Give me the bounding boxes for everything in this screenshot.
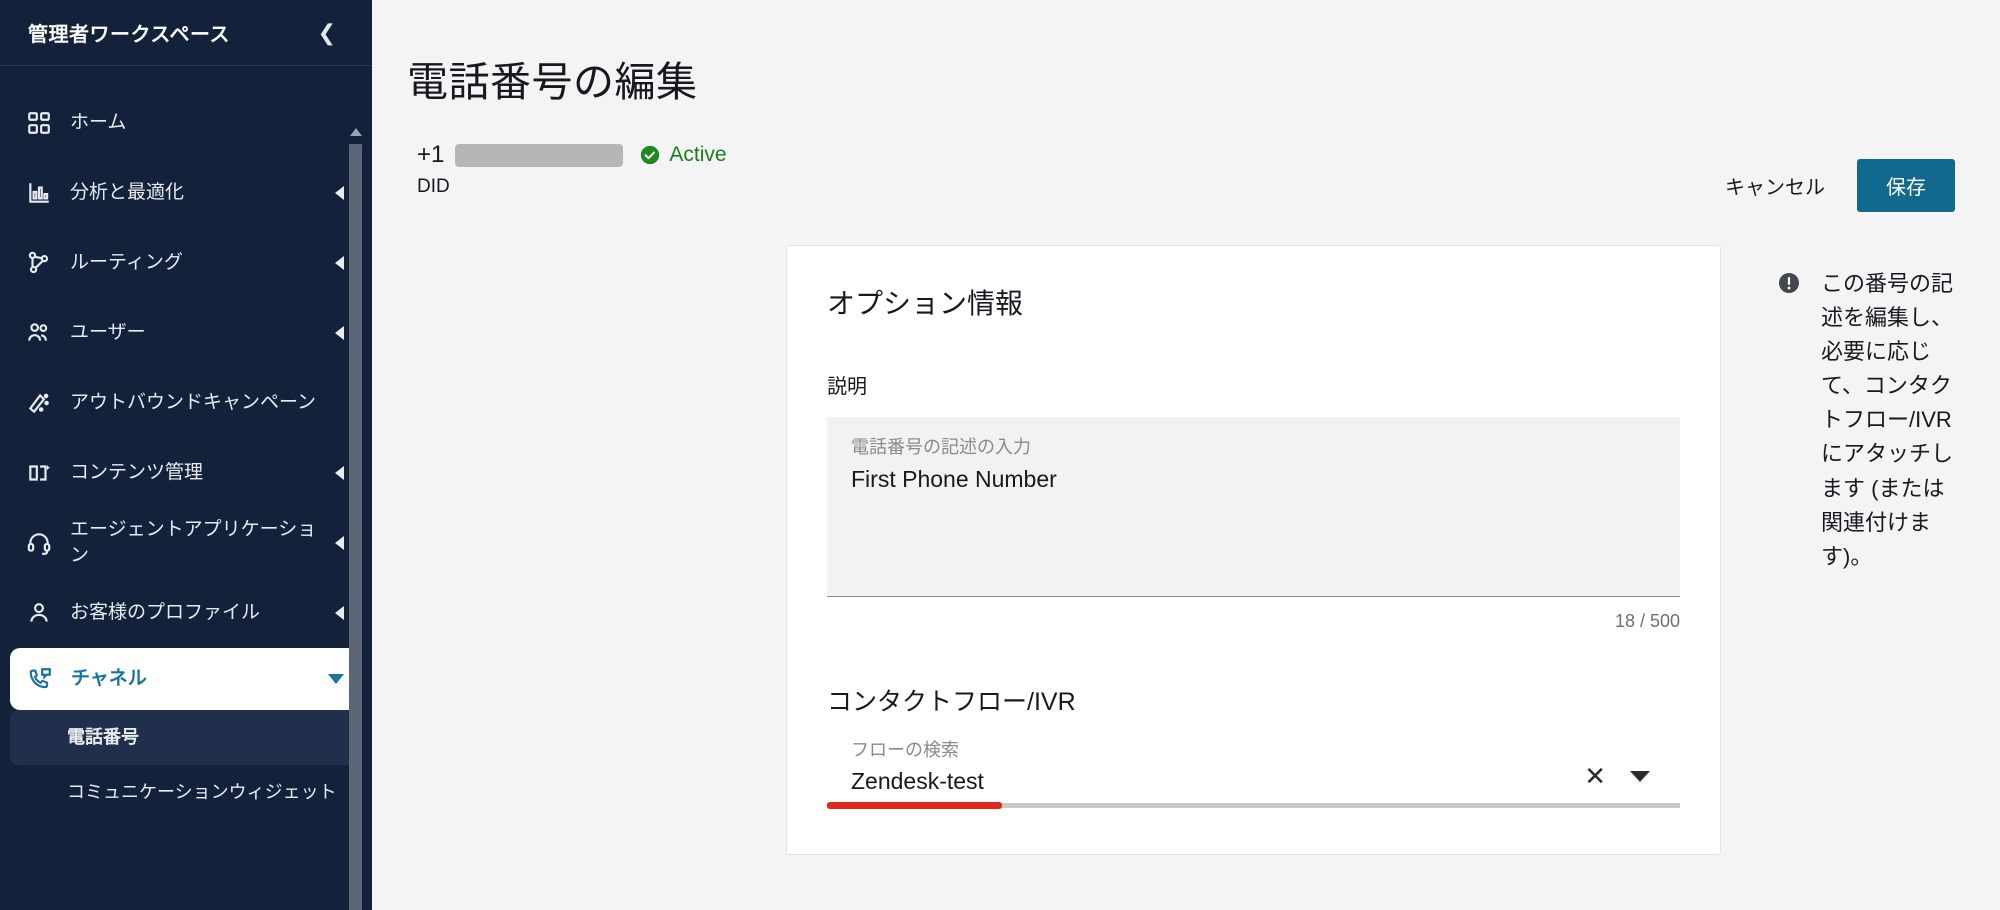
header-actions: キャンセル 保存	[1719, 141, 1955, 212]
description-value: First Phone Number	[851, 466, 1057, 492]
chevron-left-icon[interactable]: ❮	[312, 18, 342, 48]
sidebar-item-label: チャネル	[71, 667, 147, 689]
sidebar-item-label: ユーザー	[70, 321, 146, 343]
person-icon	[26, 600, 52, 626]
phone-summary-header: +1 Active DID キャンセル 保存	[372, 108, 2000, 212]
sidebar-subitem-label: 電話番号	[67, 727, 139, 748]
flow-select-underline	[827, 802, 1680, 809]
phone-channel-icon	[27, 666, 53, 692]
phone-number-redacted	[455, 143, 624, 167]
headset-icon	[26, 530, 52, 556]
sidebar-item-routing[interactable]: ルーティング	[0, 228, 372, 298]
caret-left-icon[interactable]	[335, 536, 344, 550]
phone-number-block: +1 Active DID	[417, 141, 727, 198]
caret-left-icon[interactable]	[335, 606, 344, 620]
flow-value: Zendesk-test	[851, 768, 984, 794]
info-text: この番号の記述を編集し、必要に応じて、コンタクトフロー/IVR にアタッチします…	[1821, 271, 1954, 569]
cancel-button[interactable]: キャンセル	[1719, 161, 1831, 210]
sidebar-item-label: ホーム	[70, 111, 127, 133]
sidebar-item-label: お客様のプロファイル	[70, 601, 261, 623]
flow-select-icons: ✕	[1584, 763, 1680, 795]
sidebar-item-customer-profiles[interactable]: お客様のプロファイル	[0, 578, 372, 648]
phone-number-line: +1 Active	[417, 141, 727, 169]
campaign-icon	[26, 390, 52, 416]
scroll-up-arrow-icon[interactable]	[350, 128, 362, 136]
sidebar: 管理者ワークスペース ❮ ホーム 分析と最適化 ルーティング ユーザー アウトバ…	[0, 0, 372, 910]
sidebar-scrollbar[interactable]	[349, 128, 362, 910]
save-button[interactable]: 保存	[1857, 159, 1955, 212]
character-counter: 18 / 500	[1614, 611, 1680, 631]
description-input[interactable]: 電話番号の記述の入力 First Phone Number	[827, 417, 1680, 597]
flow-select[interactable]: フローの検索 Zendesk-test ✕	[827, 736, 1680, 803]
sidebar-nav: ホーム 分析と最適化 ルーティング ユーザー アウトバウンドキャンペーン コンテ…	[0, 66, 372, 910]
sidebar-item-label: 分析と最適化	[70, 181, 185, 203]
sidebar-item-home[interactable]: ホーム	[0, 88, 372, 158]
routing-icon	[26, 250, 52, 276]
users-icon	[26, 320, 52, 346]
info-panel: この番号の記述を編集し、必要に応じて、コンタクトフロー/IVR にアタッチします…	[1721, 245, 2000, 574]
phone-number-prefix: +1	[417, 141, 445, 168]
close-icon[interactable]: ✕	[1584, 763, 1606, 789]
sidebar-item-users[interactable]: ユーザー	[0, 298, 372, 368]
status-text: Active	[669, 143, 727, 166]
sidebar-item-label: アウトバウンドキャンペーン	[70, 391, 317, 413]
sidebar-header: 管理者ワークスペース ❮	[0, 0, 372, 66]
optional-info-card: オプション情報 説明 電話番号の記述の入力 First Phone Number…	[786, 245, 1721, 855]
caret-left-icon[interactable]	[335, 326, 344, 340]
page-title: 電話番号の編集	[407, 59, 698, 105]
sidebar-item-channels[interactable]: チャネル	[10, 648, 362, 710]
caret-left-icon[interactable]	[335, 186, 344, 200]
description-placeholder: 電話番号の記述の入力	[851, 437, 1031, 457]
sidebar-item-label: ルーティング	[70, 251, 183, 273]
card-title: オプション情報	[827, 288, 1024, 319]
sidebar-item-content-management[interactable]: コンテンツ管理	[0, 438, 372, 508]
app-root: 管理者ワークスペース ❮ ホーム 分析と最適化 ルーティング ユーザー アウトバ…	[0, 0, 2000, 910]
sidebar-subitem-communication-widget[interactable]: コミュニケーションウィジェット	[0, 765, 372, 820]
did-label: DID	[417, 176, 450, 197]
bar-chart-icon	[26, 180, 52, 206]
check-circle-icon	[639, 144, 661, 166]
caret-left-icon[interactable]	[335, 256, 344, 270]
grid-icon	[26, 110, 52, 136]
sidebar-item-label: コンテンツ管理	[70, 461, 204, 483]
sidebar-item-agent-application[interactable]: エージェントアプリケーション	[0, 508, 372, 578]
content-row: オプション情報 説明 電話番号の記述の入力 First Phone Number…	[372, 212, 2000, 855]
caret-down-icon[interactable]	[328, 674, 344, 684]
status-badge: Active	[639, 143, 727, 167]
description-label: 説明	[827, 376, 867, 398]
caret-left-icon[interactable]	[335, 466, 344, 480]
sidebar-subitem-phone-numbers[interactable]: 電話番号	[10, 710, 362, 765]
sidebar-item-analytics[interactable]: 分析と最適化	[0, 158, 372, 228]
scrollbar-thumb[interactable]	[349, 144, 362, 910]
flow-select-underline-highlight	[827, 802, 1002, 809]
main-content: 電話番号の編集 +1 Active DID キャンセル 保存 オプション情報 説…	[372, 0, 2000, 910]
workspace-title: 管理者ワークスペース	[28, 24, 230, 46]
sidebar-item-label: エージェントアプリケーション	[70, 518, 317, 566]
sidebar-item-outbound-campaigns[interactable]: アウトバウンドキャンペーン	[0, 368, 372, 438]
chevron-down-icon[interactable]	[1630, 770, 1650, 782]
content-icon	[26, 460, 52, 486]
sidebar-subitem-label: コミュニケーションウィジェット	[67, 782, 337, 803]
contact-flow-label: コンタクトフロー/IVR	[827, 688, 1076, 716]
info-exclamation-icon	[1777, 271, 1801, 295]
flow-select-text: フローの検索 Zendesk-test	[827, 736, 984, 795]
flow-placeholder: フローの検索	[851, 740, 959, 760]
